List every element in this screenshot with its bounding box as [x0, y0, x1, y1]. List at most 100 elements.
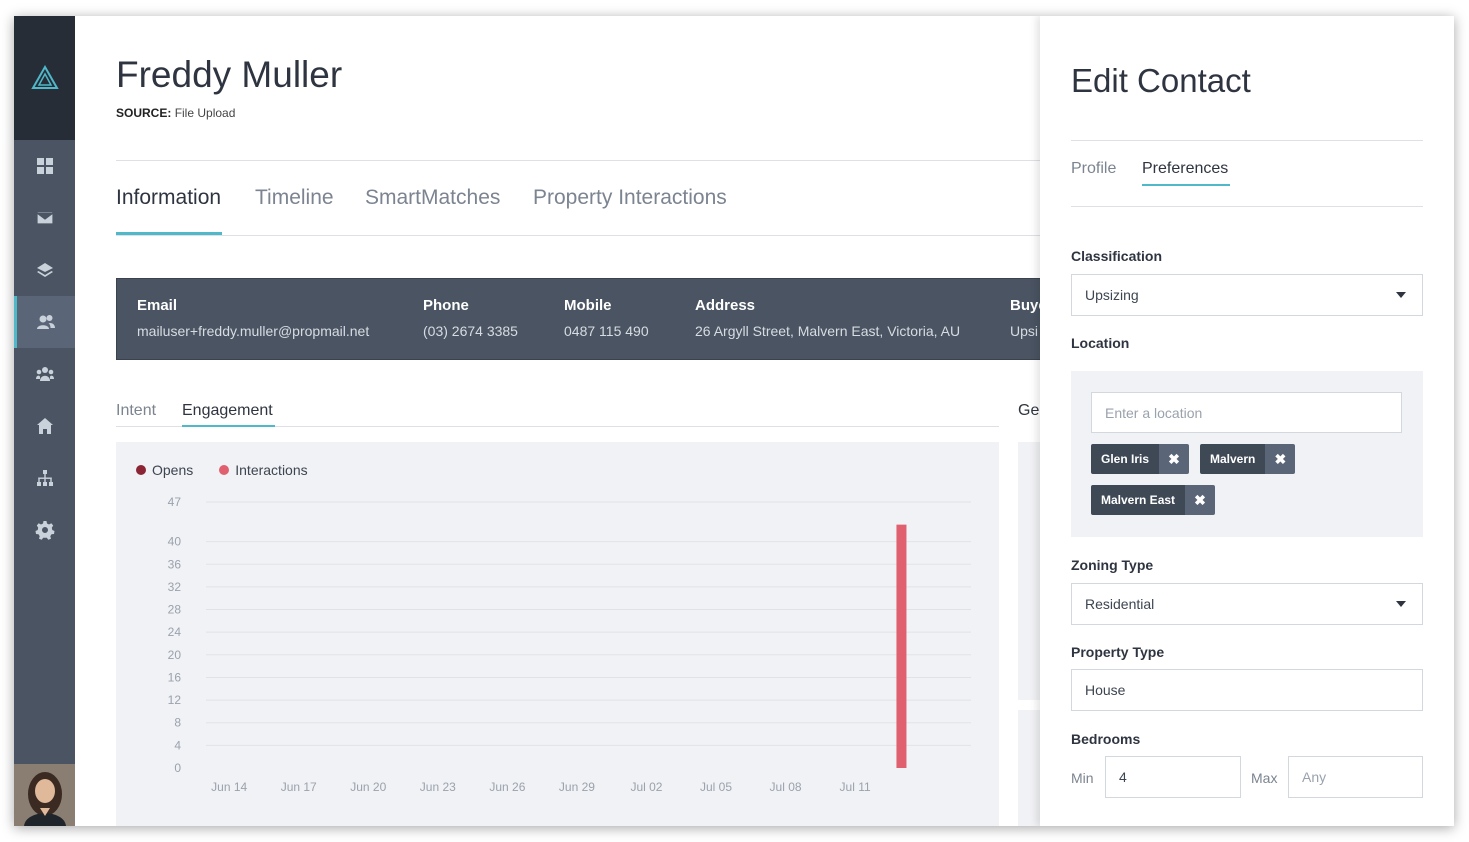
x-tick-label: Jul 02: [630, 780, 662, 794]
contact-name: Freddy Muller: [116, 54, 343, 95]
nav-properties[interactable]: [14, 400, 75, 452]
app-window: Freddy Muller SOURCE: File Upload Inform…: [14, 16, 1454, 826]
x-tick-label: Jun 29: [559, 780, 595, 794]
property-type-label: Property Type: [1071, 644, 1165, 660]
chart-bar: [896, 524, 907, 768]
nav-layers[interactable]: [14, 244, 75, 296]
tab-timeline[interactable]: Timeline: [255, 186, 334, 210]
nav-groups[interactable]: [14, 348, 75, 400]
zoning-select[interactable]: Residential: [1071, 583, 1423, 625]
nav-contacts[interactable]: [14, 296, 75, 348]
bedrooms-max-label: Max: [1251, 770, 1278, 786]
chip-label: Malvern East: [1091, 485, 1186, 515]
email-label: Email: [137, 297, 178, 314]
info-phone: Phone (03) 2674 3385: [423, 297, 518, 339]
grid-icon: [36, 158, 53, 174]
address-value: 26 Argyll Street, Malvern East, Victoria…: [695, 323, 961, 339]
info-mobile: Mobile 0487 115 490: [564, 297, 649, 339]
tabs-divider: [116, 235, 1056, 236]
x-tick-label: Jul 05: [700, 780, 732, 794]
y-tick-label: 28: [168, 603, 182, 617]
y-tick-label: 8: [174, 716, 181, 730]
remove-chip-icon[interactable]: ✖: [1185, 485, 1216, 515]
home-icon: [36, 418, 53, 434]
classification-label: Classification: [1071, 248, 1163, 264]
y-tick-label: 0: [174, 761, 181, 775]
y-tick-label: 32: [168, 580, 182, 594]
nav-org[interactable]: [14, 452, 75, 504]
x-tick-label: Jun 20: [350, 780, 386, 794]
envelope-icon: [35, 211, 54, 225]
classification-select[interactable]: Upsizing: [1071, 274, 1423, 316]
location-chip: Malvern ✖: [1200, 444, 1296, 474]
tab-smartmatches[interactable]: SmartMatches: [365, 186, 500, 210]
layers-icon: [36, 263, 53, 277]
phone-value[interactable]: (03) 2674 3385: [423, 323, 518, 339]
sidebar: [14, 16, 75, 826]
y-tick-label: 4: [174, 738, 181, 752]
info-address: Address 26 Argyll Street, Malvern East, …: [695, 297, 960, 339]
x-tick-label: Jul 11: [840, 780, 871, 794]
chart-plot: 0 4 8 12 16 20 24 28 32 36 40 47 Jun 14 Jun 17 Jun 20 J…: [168, 495, 971, 794]
nav-mail[interactable]: [14, 192, 75, 244]
logo[interactable]: [14, 16, 75, 140]
panel-tab-profile[interactable]: Profile: [1071, 160, 1116, 178]
hierarchy-icon: [36, 470, 53, 486]
bedrooms-min-input[interactable]: [1105, 756, 1241, 798]
location-chip: Malvern East ✖: [1091, 485, 1216, 515]
mobile-label: Mobile: [564, 297, 612, 314]
x-tick-label: Jun 14: [211, 780, 247, 794]
source-label: SOURCE:: [116, 106, 172, 120]
x-tick-label: Jun 26: [489, 780, 525, 794]
user-avatar[interactable]: [14, 764, 75, 826]
tab-property-interactions[interactable]: Property Interactions: [533, 186, 727, 210]
y-tick-label: 12: [168, 693, 182, 707]
engagement-chart: Opens Interactions 0 4 8 12 16 20 24 28 32 36 40 47…: [116, 442, 999, 826]
location-chip: Glen Iris ✖: [1091, 444, 1190, 474]
location-input[interactable]: [1091, 392, 1402, 433]
x-tick-label: Jun 17: [281, 780, 317, 794]
side-card-heading: Ge: [1018, 402, 1040, 419]
y-tick-label: 16: [168, 670, 182, 684]
x-tick-label: Jun 23: [420, 780, 456, 794]
email-value[interactable]: mailuser+freddy.muller@propmail.net: [137, 323, 369, 339]
nav-dashboard[interactable]: [14, 140, 75, 192]
panel-tab-preferences[interactable]: Preferences: [1142, 160, 1228, 178]
zoning-value: Residential: [1085, 596, 1155, 612]
divider: [116, 160, 1056, 161]
location-label: Location: [1071, 335, 1130, 351]
subtab-intent[interactable]: Intent: [116, 402, 156, 420]
bedrooms-min-label: Min: [1071, 770, 1094, 786]
y-tick-label: 47: [168, 495, 182, 509]
y-tick-label: 20: [168, 648, 182, 662]
classification-value: Upsizing: [1085, 287, 1139, 303]
location-box: Glen Iris ✖ Malvern ✖ Malvern East ✖: [1071, 371, 1423, 537]
y-tick-label: 40: [168, 535, 182, 549]
remove-chip-icon[interactable]: ✖: [1159, 444, 1190, 474]
mobile-value[interactable]: 0487 115 490: [564, 323, 649, 339]
bedrooms-label: Bedrooms: [1071, 731, 1141, 747]
y-tick-label: 24: [168, 625, 182, 639]
bedrooms-max-input[interactable]: [1288, 756, 1423, 798]
y-tick-label: 36: [168, 557, 182, 571]
group-icon: [35, 367, 54, 381]
property-type-input[interactable]: [1071, 669, 1423, 711]
contacts-icon: [37, 315, 55, 329]
tab-information[interactable]: Information: [116, 186, 221, 210]
edit-contact-panel: Edit Contact Profile Preferences Classif…: [1040, 16, 1454, 826]
gear-icon: [35, 521, 54, 540]
contact-source: SOURCE: File Upload: [116, 106, 235, 120]
remove-chip-icon[interactable]: ✖: [1265, 444, 1296, 474]
chip-label: Glen Iris: [1091, 444, 1160, 474]
x-tick-label: Jul 08: [770, 780, 802, 794]
subtab-engagement[interactable]: Engagement: [182, 402, 273, 420]
panel-title: Edit Contact: [1071, 62, 1251, 99]
avatar-photo: [14, 764, 75, 826]
address-label: Address: [695, 297, 756, 314]
dropdown-caret-icon: [1396, 601, 1406, 607]
panel-active-tab-indicator: [1142, 184, 1230, 186]
nav-settings[interactable]: [14, 504, 75, 556]
chip-label: Malvern: [1200, 444, 1266, 474]
panel-tabs-divider: [1071, 206, 1423, 207]
dropdown-caret-icon: [1396, 292, 1406, 298]
